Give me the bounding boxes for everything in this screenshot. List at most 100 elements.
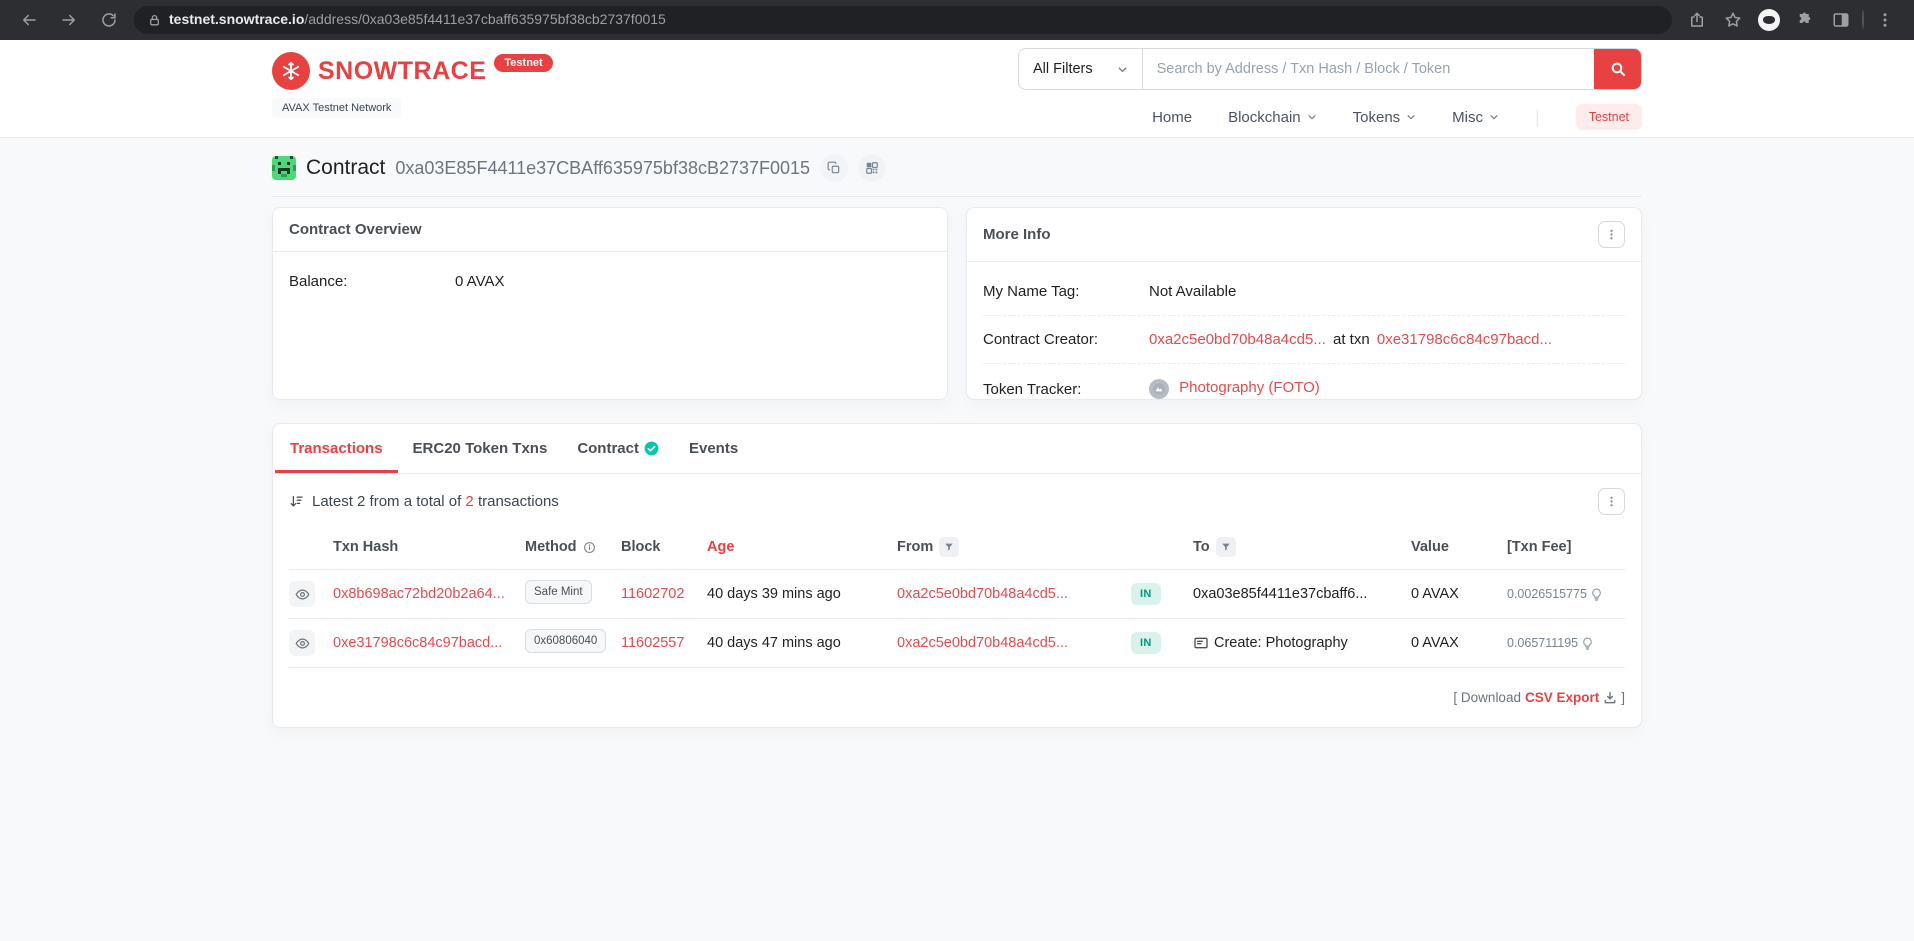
to-address-text: Create: Photography [1214,635,1348,651]
csv-export-link[interactable]: CSV Export [1525,690,1599,705]
name-tag-value: Not Available [1149,283,1237,300]
tab-events[interactable]: Events [674,424,753,473]
search-button[interactable] [1594,49,1641,89]
txn-fee-text: 0.0026515775 [1507,587,1587,601]
owl-extension-icon[interactable] [1754,5,1784,35]
info-icon[interactable] [583,541,596,554]
side-panel-icon[interactable] [1826,5,1856,35]
testnet-network-button[interactable]: Testnet [1575,104,1642,130]
back-icon[interactable] [14,5,44,35]
search-filter-select[interactable]: All Filters [1019,49,1143,89]
tx-panel-menu-button[interactable] [1598,488,1625,515]
col-txn-hash: Txn Hash [333,539,399,555]
nav-home[interactable]: Home [1152,109,1192,126]
token-tracker-label: Token Tracker: [983,380,1082,398]
name-tag-label: My Name Tag: [983,283,1080,300]
extensions-puzzle-icon[interactable] [1790,5,1820,35]
block-link[interactable]: 11602702 [621,586,707,602]
transactions-panel: Transactions ERC20 Token Txns Contract E… [272,423,1642,728]
page-title-row: Contract 0xa03E85F4411e37CBAff635975bf38… [272,154,1642,197]
url-path: /address/0xa03e85f4411e37cbaff635975bf38… [304,11,666,27]
from-address-link[interactable]: 0xa2c5e0bd70b48a4cd5... [897,635,1131,651]
filter-funnel-icon [1221,543,1230,551]
more-info-card: More Info My Name Tag: Not Available Con… [966,207,1642,400]
txn-hash-link[interactable]: 0xe31798c6c84c97bacd... [333,635,525,651]
gas-lightbulb-icon [1583,637,1592,650]
col-age[interactable]: Age [707,539,897,555]
txn-hash-link[interactable]: 0x8b698ac72bd20b2a64... [333,586,525,602]
qr-code-button[interactable] [858,154,887,182]
tab-transactions[interactable]: Transactions [275,424,398,473]
tab-contract[interactable]: Contract [562,424,674,473]
more-info-card-title: More Info [983,226,1051,243]
nav-tokens[interactable]: Tokens [1353,109,1417,126]
main-nav: Home Blockchain Tokens Misc | Testnet [1152,104,1642,130]
tx-summary-text: Latest 2 from a total of 2 transactions [312,493,559,510]
nav-blockchain[interactable]: Blockchain [1228,109,1317,126]
tx-preview-button[interactable] [289,581,315,607]
address-blockie-avatar [272,156,296,180]
brand-name: SNOWTRACE [318,57,487,85]
value-text: 0 AVAX [1411,586,1459,602]
snowtrace-logo[interactable]: SNOWTRACE Testnet [272,52,553,90]
from-filter-button[interactable] [939,537,960,557]
share-icon[interactable] [1682,5,1712,35]
chevron-down-icon [1308,115,1316,120]
browser-menu-icon[interactable] [1870,5,1900,35]
col-to: To [1193,539,1210,555]
chevron-down-icon [1490,115,1498,120]
age-text: 40 days 47 mins ago [707,635,841,651]
token-logo-icon [1149,379,1169,399]
direction-badge: IN [1131,632,1161,654]
network-label: AVAX Testnet Network [272,98,402,118]
contract-address: 0xa03E85F4411e37CBAff635975bf38cB2737F00… [395,157,811,178]
txn-fee-text: 0.065711195 [1507,636,1579,650]
download-icon [1604,691,1616,703]
filter-funnel-icon [945,543,953,551]
tx-row: 0x8b698ac72bd20b2a64... Safe Mint 116027… [289,570,1625,619]
tab-erc20-token-txns[interactable]: ERC20 Token Txns [398,424,563,473]
tabs-bar: Transactions ERC20 Token Txns Contract E… [273,424,1641,474]
address-bar[interactable]: testnet.snowtrace.io/address/0xa03e85f44… [134,6,1672,34]
method-badge: 0x60806040 [525,629,607,653]
balance-value: 0 AVAX [455,273,505,290]
verified-check-icon [644,441,659,456]
contract-creation-icon [1194,637,1208,649]
col-from: From [897,539,934,555]
to-address-text: 0xa03e85f4411e37cbaff6... [1193,586,1368,602]
col-block: Block [621,539,661,555]
creation-txn-link[interactable]: 0xe31798c6c84c97bacd... [1377,331,1552,348]
token-tracker-link[interactable]: Photography (FOTO) [1179,379,1320,396]
tx-preview-button[interactable] [289,630,315,656]
sort-icon[interactable] [289,494,304,509]
profile-avatar[interactable] [1862,10,1864,29]
kebab-menu-icon [1610,496,1613,507]
contract-creator-label: Contract Creator: [983,331,1099,348]
bookmark-star-icon[interactable] [1718,5,1748,35]
site-header: SNOWTRACE Testnet AVAX Testnet Network A… [0,40,1914,138]
reload-icon[interactable] [94,5,124,35]
tx-row: 0xe31798c6c84c97bacd... 0x60806040 11602… [289,619,1625,668]
copy-address-button[interactable] [820,154,849,182]
direction-badge: IN [1131,583,1161,605]
download-suffix: ] [1621,690,1625,705]
kebab-menu-icon [1610,229,1613,240]
col-txn-fee: [Txn Fee] [1507,539,1572,555]
browser-chrome: testnet.snowtrace.io/address/0xa03e85f44… [0,0,1914,40]
download-prefix: [ Download [1453,690,1521,705]
to-filter-button[interactable] [1215,537,1236,557]
eye-icon [295,588,309,600]
search-bar: All Filters [1018,48,1642,90]
more-info-menu-button[interactable] [1598,221,1625,248]
lock-icon [148,14,161,27]
chevron-down-icon [1407,115,1415,120]
contract-creator-address-link[interactable]: 0xa2c5e0bd70b48a4cd5... [1149,331,1326,348]
copy-icon [827,161,840,174]
from-address-link[interactable]: 0xa2c5e0bd70b48a4cd5... [897,586,1131,602]
forward-icon[interactable] [54,5,84,35]
nav-misc[interactable]: Misc [1452,109,1499,126]
col-value: Value [1411,539,1449,555]
block-link[interactable]: 11602557 [621,635,707,651]
search-filter-label: All Filters [1033,61,1093,77]
search-input[interactable] [1142,49,1595,89]
